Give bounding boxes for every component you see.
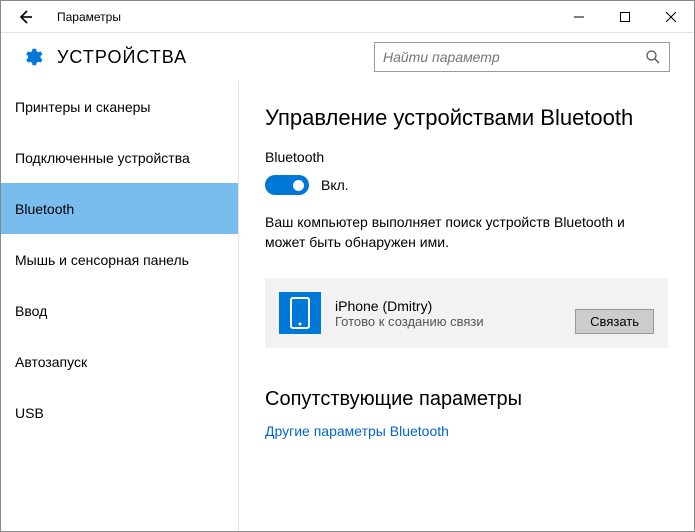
related-section: Сопутствующие параметры Другие параметры… <box>265 388 668 439</box>
sidebar-item-usb[interactable]: USB <box>1 387 238 438</box>
toggle-knob <box>293 180 304 191</box>
gear-icon <box>21 46 43 68</box>
sidebar-item-printers[interactable]: Принтеры и сканеры <box>1 81 238 132</box>
search-box[interactable] <box>374 42 670 72</box>
connect-button[interactable]: Связать <box>575 309 654 334</box>
back-button[interactable] <box>1 1 49 33</box>
device-card[interactable]: iPhone (Dmitry) Готово к созданию связи … <box>265 278 668 348</box>
window-controls <box>556 1 694 33</box>
sidebar-item-label: Ввод <box>15 303 47 319</box>
sidebar-item-label: Мышь и сенсорная панель <box>15 252 189 268</box>
maximize-icon <box>620 12 630 22</box>
content: Принтеры и сканеры Подключенные устройст… <box>1 81 694 531</box>
close-button[interactable] <box>648 1 694 33</box>
maximize-button[interactable] <box>602 1 648 33</box>
minimize-button[interactable] <box>556 1 602 33</box>
window-title: Параметры <box>49 10 556 24</box>
sidebar: Принтеры и сканеры Подключенные устройст… <box>1 81 239 531</box>
search-icon <box>645 49 661 65</box>
device-info: iPhone (Dmitry) Готово к созданию связи <box>335 298 484 329</box>
device-name: iPhone (Dmitry) <box>335 298 484 314</box>
phone-icon <box>279 292 321 334</box>
arrow-left-icon <box>16 8 34 26</box>
device-status: Готово к созданию связи <box>335 314 484 329</box>
sidebar-item-label: Подключенные устройства <box>15 150 190 166</box>
bluetooth-description: Ваш компьютер выполняет поиск устройств … <box>265 213 668 252</box>
sidebar-item-label: Принтеры и сканеры <box>15 99 150 115</box>
sidebar-item-autoplay[interactable]: Автозапуск <box>1 336 238 387</box>
sidebar-item-typing[interactable]: Ввод <box>1 285 238 336</box>
sidebar-item-connected-devices[interactable]: Подключенные устройства <box>1 132 238 183</box>
close-icon <box>666 12 676 22</box>
main-panel: Управление устройствами Bluetooth Blueto… <box>239 81 694 531</box>
related-heading: Сопутствующие параметры <box>265 388 668 411</box>
header: УСТРОЙСТВА <box>1 33 694 81</box>
sidebar-item-mouse[interactable]: Мышь и сенсорная панель <box>1 234 238 285</box>
main-heading: Управление устройствами Bluetooth <box>265 105 668 131</box>
search-input[interactable] <box>383 49 645 65</box>
more-bluetooth-link[interactable]: Другие параметры Bluetooth <box>265 423 668 439</box>
toggle-state-label: Вкл. <box>321 177 349 193</box>
sidebar-item-label: Bluetooth <box>15 201 74 217</box>
sidebar-item-bluetooth[interactable]: Bluetooth <box>1 183 238 234</box>
minimize-icon <box>574 12 584 22</box>
sidebar-item-label: USB <box>15 405 44 421</box>
toggle-row: Вкл. <box>265 175 668 195</box>
sidebar-item-label: Автозапуск <box>15 354 87 370</box>
bluetooth-label: Bluetooth <box>265 149 668 165</box>
titlebar: Параметры <box>1 1 694 33</box>
page-title: УСТРОЙСТВА <box>57 47 374 68</box>
bluetooth-toggle[interactable] <box>265 175 309 195</box>
